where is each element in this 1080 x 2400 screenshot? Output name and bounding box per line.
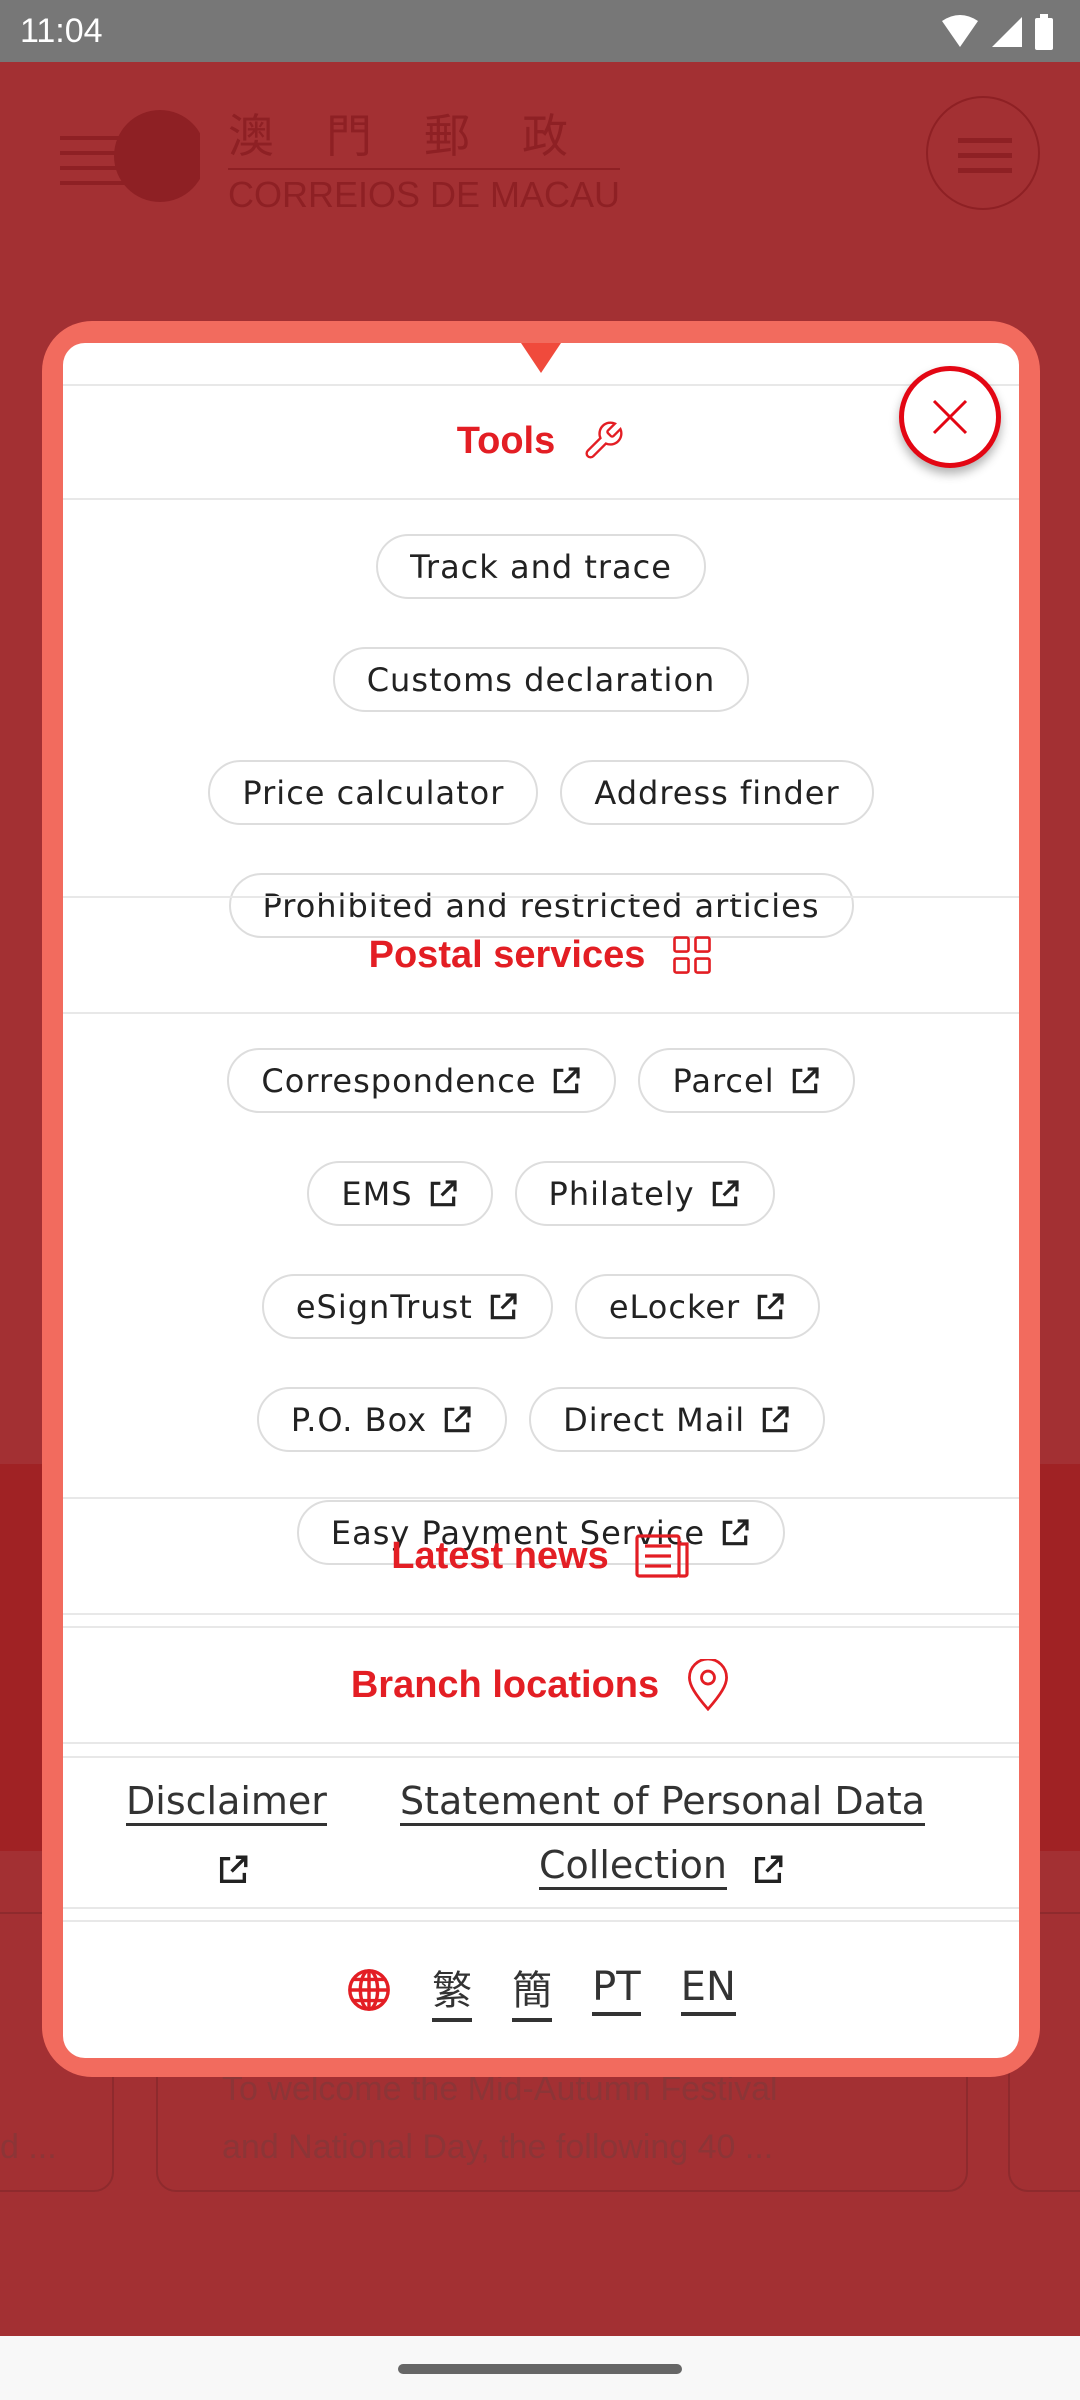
chip-address-finder[interactable]: Address finder — [560, 760, 874, 825]
logo-chinese: 澳門郵政 — [228, 110, 620, 162]
background-card-text: To welcome the Mid-Autumn Festival and N… — [222, 2070, 778, 2166]
chip-customs-declaration[interactable]: Customs declaration — [332, 647, 750, 712]
logo-portuguese: CORREIOS DE MACAU — [228, 168, 621, 216]
close-icon — [932, 399, 968, 435]
status-time: 11:04 — [20, 12, 103, 50]
personal-data-statement-link-line2[interactable]: Collection — [539, 1843, 727, 1890]
lang-english[interactable]: EN — [680, 1964, 736, 2016]
chip-price-calculator[interactable]: Price calculator — [208, 760, 539, 825]
section-postal-services[interactable]: Postal services — [63, 898, 1019, 1012]
signal-icon — [992, 17, 1022, 47]
external-link-icon — [754, 1855, 783, 1884]
post-logo-icon — [60, 110, 200, 202]
chip-elocker[interactable]: eLocker — [574, 1274, 821, 1339]
divider — [63, 1012, 1019, 1014]
divider — [63, 1742, 1019, 1744]
divider — [63, 1613, 1019, 1615]
globe-icon — [348, 1969, 391, 2011]
divider — [63, 498, 1019, 500]
external-link-icon — [554, 1066, 581, 1093]
external-link-icon — [792, 1066, 819, 1093]
chip-ems[interactable]: EMS — [307, 1161, 493, 1226]
chip-correspondence[interactable]: Correspondence — [227, 1048, 617, 1113]
section-branch-locations[interactable]: Branch locations — [63, 1628, 1019, 1742]
divider — [63, 1907, 1019, 1909]
personal-data-statement-link[interactable]: Statement of Personal Data — [400, 1779, 926, 1826]
battery-icon — [1035, 14, 1053, 50]
external-link-icon — [490, 1292, 517, 1319]
postal-services-list: Correspondence Parcel EMS Philately eSignTru… — [63, 1048, 1019, 1565]
divider — [63, 1756, 1019, 1758]
external-link-icon — [712, 1179, 739, 1206]
lang-portuguese[interactable]: PT — [592, 1964, 641, 2016]
chip-direct-mail[interactable]: Direct Mail — [529, 1387, 826, 1452]
menu-panel: Tools Track and trace Customs declaratio… — [63, 343, 1019, 2058]
chip-p-o-box[interactable]: P.O. Box — [256, 1387, 508, 1452]
lang-traditional-chinese[interactable]: 繁 — [432, 1958, 473, 2022]
lang-simplified-chinese[interactable]: 簡 — [512, 1958, 553, 2022]
external-link-icon — [762, 1405, 789, 1432]
pointer-arrow — [521, 343, 561, 373]
status-bar: 11:04 — [0, 0, 1080, 62]
menu-modal: Tools Track and trace Customs declaratio… — [42, 321, 1040, 2077]
chip-philately[interactable]: Philately — [514, 1161, 775, 1226]
disclaimer-link[interactable]: Disclaimer — [126, 1779, 327, 1826]
wrench-icon — [585, 421, 623, 459]
external-link-icon — [757, 1292, 784, 1319]
newspaper-icon — [635, 1534, 689, 1578]
background-card-text: d ... — [0, 2128, 57, 2166]
external-link-icon — [444, 1405, 471, 1432]
hamburger-menu-button[interactable] — [926, 96, 1040, 210]
navigation-bar — [0, 2336, 1080, 2400]
map-pin-icon — [688, 1659, 729, 1711]
chip-track-and-trace[interactable]: Track and trace — [376, 534, 706, 599]
close-button[interactable] — [899, 366, 1001, 468]
grid-icon — [673, 936, 712, 974]
tools-list: Track and trace Customs declaration Pric… — [63, 534, 1019, 938]
chip-parcel[interactable]: Parcel — [638, 1048, 855, 1113]
external-link-icon — [430, 1179, 457, 1206]
divider — [63, 1920, 1019, 1922]
external-link-icon — [219, 1855, 248, 1884]
section-latest-news[interactable]: Latest news — [63, 1499, 1019, 1613]
wifi-icon — [942, 15, 978, 47]
home-gesture-handle[interactable] — [398, 2364, 682, 2374]
language-switcher: 繁 簡 PT EN — [63, 1958, 1019, 2022]
chip-esigntrust[interactable]: eSignTrust — [261, 1274, 553, 1339]
section-tools[interactable]: Tools — [63, 384, 1019, 498]
